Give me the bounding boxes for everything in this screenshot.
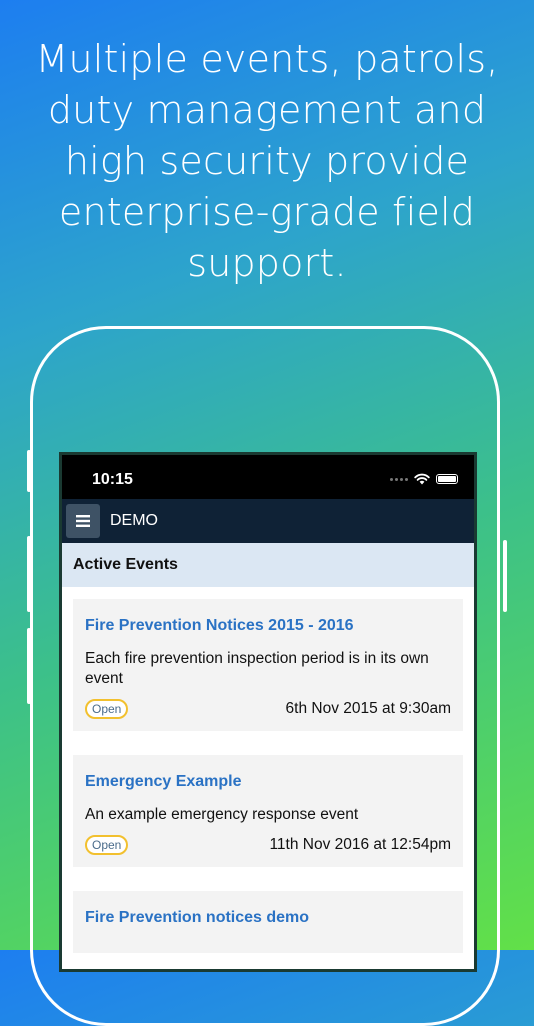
- event-description: Each fire prevention inspection period i…: [85, 650, 429, 687]
- signal-icon: [390, 477, 408, 481]
- hamburger-menu-icon: [76, 515, 90, 527]
- battery-icon: [436, 474, 458, 484]
- event-card[interactable]: Emergency Example An example emergency r…: [73, 755, 463, 867]
- headline-line: enterprise-grade field: [58, 190, 476, 234]
- headline-line: high security provide: [64, 139, 470, 183]
- phone-side-button: [503, 540, 507, 612]
- event-title[interactable]: Emergency Example: [85, 773, 451, 791]
- event-description: An example emergency response event: [85, 806, 359, 823]
- event-title[interactable]: Fire Prevention Notices 2015 - 2016: [85, 617, 451, 635]
- headline-line: support.: [187, 241, 347, 285]
- status-time: 10:15: [92, 471, 133, 488]
- status-badge: Open: [85, 835, 129, 855]
- app-title: DEMO: [110, 512, 158, 529]
- status-icons: [390, 473, 458, 485]
- phone-side-button: [27, 450, 31, 492]
- phone-screen: 10:15 DEMO Active Events Fire Prevention…: [59, 452, 477, 972]
- event-card[interactable]: Fire Prevention Notices 2015 - 2016 Each…: [73, 599, 463, 731]
- event-card[interactable]: Fire Prevention notices demo: [73, 891, 463, 953]
- headline-line: Multiple events, patrols,: [35, 37, 499, 81]
- event-footer: Open 11th Nov 2016 at 12:54pm: [85, 835, 451, 855]
- event-date: 11th Nov 2016 at 12:54pm: [269, 836, 451, 853]
- app-bar: DEMO: [62, 499, 474, 543]
- section-title: Active Events: [73, 556, 178, 573]
- event-footer: Open 6th Nov 2015 at 9:30am: [85, 699, 451, 719]
- event-date: 6th Nov 2015 at 9:30am: [285, 700, 451, 717]
- section-header: Active Events: [62, 543, 474, 587]
- marketing-headline: Multiple events, patrols, duty managemen…: [0, 34, 534, 289]
- wifi-icon: [414, 473, 430, 485]
- menu-button[interactable]: [66, 504, 100, 538]
- event-list: Fire Prevention Notices 2015 - 2016 Each…: [62, 587, 474, 953]
- phone-side-button: [27, 536, 31, 612]
- status-bar: 10:15: [62, 455, 474, 499]
- phone-side-button: [27, 628, 31, 704]
- status-badge: Open: [85, 699, 129, 719]
- event-title[interactable]: Fire Prevention notices demo: [85, 909, 451, 927]
- headline-line: duty management and: [47, 88, 487, 132]
